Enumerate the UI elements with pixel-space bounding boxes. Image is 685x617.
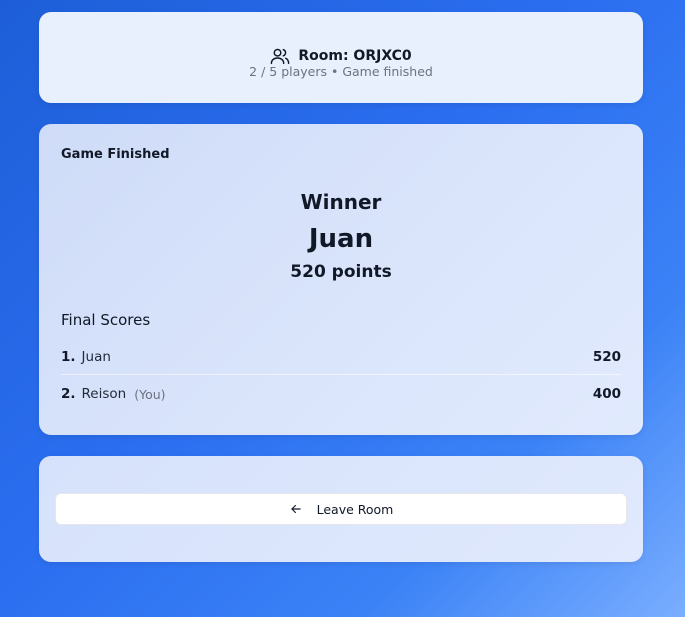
final-scores-title: Final Scores [61,311,151,329]
game-status-label: Game Finished [61,147,170,162]
game-results-card: Game Finished Winner Juan 520 points Fin… [39,124,643,435]
users-icon [270,47,290,65]
player-name: Juan [81,349,111,365]
player-score: 400 [592,386,621,402]
winner-name: Juan [308,224,374,254]
winner-label: Winner [300,190,382,214]
room-title: Room: ORJXC0 [298,48,412,64]
room-title-row: Room: ORJXC0 [39,47,643,65]
score-row: 2. Reison (You) 400 [61,381,621,407]
leave-room-label: Leave Room [316,501,394,517]
room-header-card: Room: ORJXC0 2 / 5 players • Game finish… [39,12,643,103]
arrow-left-icon [289,502,303,516]
score-row: 1. Juan 520 [61,344,621,375]
player-score: 520 [592,349,621,365]
room-subtitle: 2 / 5 players • Game finished [249,64,433,79]
leave-room-button[interactable]: Leave Room [55,493,627,525]
winner-points: 520 points [290,262,392,282]
you-badge: (You) [134,386,166,402]
score-rank: 2. [61,386,76,402]
actions-card: Leave Room [39,456,643,562]
player-name: Reison [81,386,127,402]
score-rank: 1. [61,349,76,365]
